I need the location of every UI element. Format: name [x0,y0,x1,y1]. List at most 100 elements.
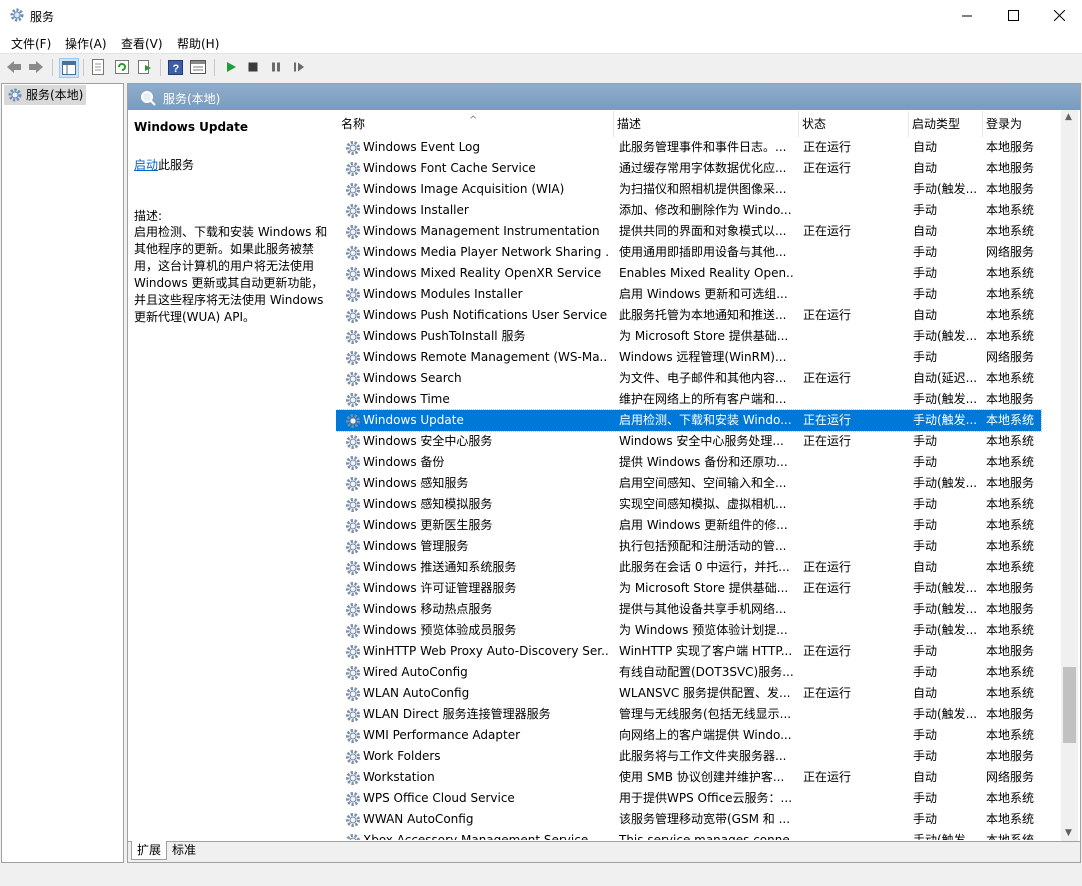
service-name: Wired AutoConfig [363,665,468,679]
properties-icon[interactable] [89,58,107,76]
table-row[interactable]: Windows 感知模拟服务 实现空间感知模拟、虚拟相机... 手动 本地系统 [336,494,1041,515]
service-gear-icon [346,561,360,575]
table-row[interactable]: WLAN AutoConfig WLANSVC 服务提供配置、发... 正在运行 自动… [336,683,1041,704]
service-description: 启用 Windows 更新和可选组... [619,287,788,301]
service-name: Windows Management Instrumentation [363,224,600,238]
table-row[interactable]: Windows Event Log 此服务管理事件和事件日志。... 正在运行 自动 本… [336,137,1041,158]
minimize-button[interactable] [944,0,990,31]
forward-icon[interactable] [27,58,45,76]
service-logon-as: 本地系统 [986,518,1035,532]
start-service-icon[interactable] [222,58,240,76]
service-logon-as: 本地系统 [986,728,1035,742]
table-row[interactable]: Windows 感知服务 启用空间感知、空间输入和全... 手动(触发... 本地服务 [336,473,1041,494]
show-hide-console-tree-icon[interactable] [59,58,79,78]
table-row[interactable]: Windows Push Notifications User Service.… [336,305,1041,326]
table-row[interactable]: Windows 移动热点服务 提供与其他设备共享手机网络... 手动(触发... 本地… [336,599,1041,620]
table-row[interactable]: Windows Management Instrumentation 提供共同的界… [336,221,1041,242]
service-description: 有线自动配置(DOT3SVC)服务... [619,665,794,679]
service-description: 维护在网络上的所有客户端和... [619,392,787,406]
table-row[interactable]: Windows Mixed Reality OpenXR Service Enab… [336,263,1041,284]
table-row[interactable]: Workstation 使用 SMB 协议创建并维护客... 正在运行 自动 网络服务 [336,767,1041,788]
resume-service-icon[interactable] [290,58,308,76]
table-row[interactable]: Windows Time 维护在网络上的所有客户端和... 手动(触发... 本地服务 [336,389,1041,410]
table-row[interactable]: Windows Font Cache Service 通过缓存常用字体数据优化应.… [336,158,1041,179]
menu-file[interactable]: 文件(F) [11,35,51,52]
scrollbar-thumb[interactable] [1063,667,1076,743]
maximize-button[interactable] [990,0,1036,31]
service-description: 通过缓存常用字体数据优化应... [619,161,787,175]
table-row[interactable]: Windows 推送通知系统服务 此服务在会话 0 中运行，并托... 正在运行 自动… [336,557,1041,578]
table-row[interactable]: WinHTTP Web Proxy Auto-Discovery Ser... W… [336,641,1041,662]
table-row[interactable]: Windows Search 为文件、电子邮件和其他内容... 正在运行 自动(延迟.… [336,368,1041,389]
table-row[interactable]: Windows PushToInstall 服务 为 Microsoft Stor… [336,326,1041,347]
column-header-logon-as[interactable]: 登录为 [983,111,1041,137]
service-status: 正在运行 [803,161,852,175]
tab-extended[interactable]: 扩展 [131,841,168,860]
table-row[interactable]: Windows Media Player Network Sharing ...… [336,242,1041,263]
scroll-down-icon[interactable]: ▼ [1065,828,1072,838]
tab-standard[interactable]: 标准 [167,841,201,859]
service-gear-icon [346,498,360,512]
service-startup-type: 手动 [913,791,938,805]
refresh-icon[interactable] [113,58,131,76]
table-row[interactable]: Windows Installer 添加、修改和删除作为 Windo... 手动 本地… [336,200,1041,221]
start-service-link[interactable]: 启动 [134,158,158,172]
table-row[interactable]: Windows 管理服务 执行包括预配和注册活动的管... 手动 本地系统 [336,536,1041,557]
service-startup-type: 手动(触发... [913,329,978,343]
export-list-icon[interactable] [136,58,154,76]
service-gear-icon [346,750,360,764]
close-button[interactable] [1036,0,1082,31]
service-gear-icon [346,834,360,840]
service-name: WinHTTP Web Proxy Auto-Discovery Ser... [363,644,608,658]
menu-help[interactable]: 帮助(H) [177,35,219,52]
pause-service-icon[interactable] [267,58,285,76]
table-row[interactable]: WPS Office Cloud Service 用于提供WPS Office云服… [336,788,1041,809]
column-header-name[interactable]: 名称 ^ [338,111,614,137]
service-name: Windows 感知模拟服务 [363,497,493,511]
service-gear-icon [346,792,360,806]
table-row[interactable]: WWAN AutoConfig 该服务管理移动宽带(GSM 和 ... 手动 本地系统 [336,809,1041,830]
vertical-scrollbar[interactable]: ▲ ▼ [1061,110,1078,842]
service-gear-icon [346,687,360,701]
service-startup-type: 手动(触发... [913,413,978,427]
service-name: Windows Remote Management (WS-Ma... [363,350,608,364]
stop-service-icon[interactable] [244,58,262,76]
back-icon[interactable] [5,58,23,76]
service-name: Windows Mixed Reality OpenXR Service [363,266,602,280]
table-row[interactable]: Windows Remote Management (WS-Ma... Windo… [336,347,1041,368]
column-headers: 名称 ^ 描述 状态 启动类型 登录为 [336,111,1061,137]
column-header-startup-type[interactable]: 启动类型 [909,111,983,137]
tree-node-services-local[interactable]: 服务(本地) [4,85,87,105]
table-row[interactable]: Wired AutoConfig 有线自动配置(DOT3SVC)服务... 手动 本地… [336,662,1041,683]
table-row[interactable]: Work Folders 此服务将与工作文件夹服务器... 手动 本地服务 [336,746,1041,767]
column-header-status[interactable]: 状态 [799,111,909,137]
service-name: Windows Modules Installer [363,287,523,301]
service-name: Windows 备份 [363,455,445,469]
table-row[interactable]: Windows 更新医生服务 启用 Windows 更新组件的修... 手动 本地系统 [336,515,1041,536]
table-row[interactable]: Windows 安全中心服务 Windows 安全中心服务处理... 正在运行 手动 本… [336,431,1041,452]
table-row[interactable]: Windows Update 启用检测、下载和安装 Windo... 正在运行 手动(… [336,409,1042,432]
table-row[interactable]: Windows 许可证管理器服务 为 Microsoft Store 提供基础..… [336,578,1041,599]
help-icon[interactable]: ? [166,58,184,76]
column-header-description[interactable]: 描述 [614,111,799,137]
menu-action[interactable]: 操作(A) [65,35,107,52]
service-logon-as: 本地服务 [986,707,1035,721]
scroll-up-icon[interactable]: ▲ [1065,112,1072,122]
description-panel: Windows Update 启动此服务 描述: 启用检测、下载和安装 Wind… [128,110,331,840]
table-row[interactable]: Windows Modules Installer 启用 Windows 更新和可… [336,284,1041,305]
table-row[interactable]: Windows 预览体验成员服务 为 Windows 预览体验计划提... 手动(触… [336,620,1041,641]
start-service-line: 启动此服务 [134,156,194,173]
service-description: 此服务管理事件和事件日志。... [619,140,787,154]
service-name: WLAN Direct 服务连接管理器服务 [363,707,551,721]
service-description: 为文件、电子邮件和其他内容... [619,371,787,385]
service-startup-type: 手动(触发... [913,623,978,637]
table-row[interactable]: Xbox Accessory Management Service This se… [336,830,1041,840]
table-row[interactable]: WLAN Direct 服务连接管理器服务 管理与无线服务(包括无线显示... 手动… [336,704,1041,725]
table-row[interactable]: WMI Performance Adapter 向网络上的客户端提供 Windo.… [336,725,1041,746]
table-row[interactable]: Windows Image Acquisition (WIA) 为扫描仪和照相机提… [336,179,1041,200]
view-icon[interactable] [189,58,207,76]
table-row[interactable]: Windows 备份 提供 Windows 备份和还原功... 手动 本地系统 [336,452,1041,473]
service-gear-icon [346,225,360,239]
menu-view[interactable]: 查看(V) [121,35,163,52]
service-logon-as: 本地服务 [986,581,1035,595]
